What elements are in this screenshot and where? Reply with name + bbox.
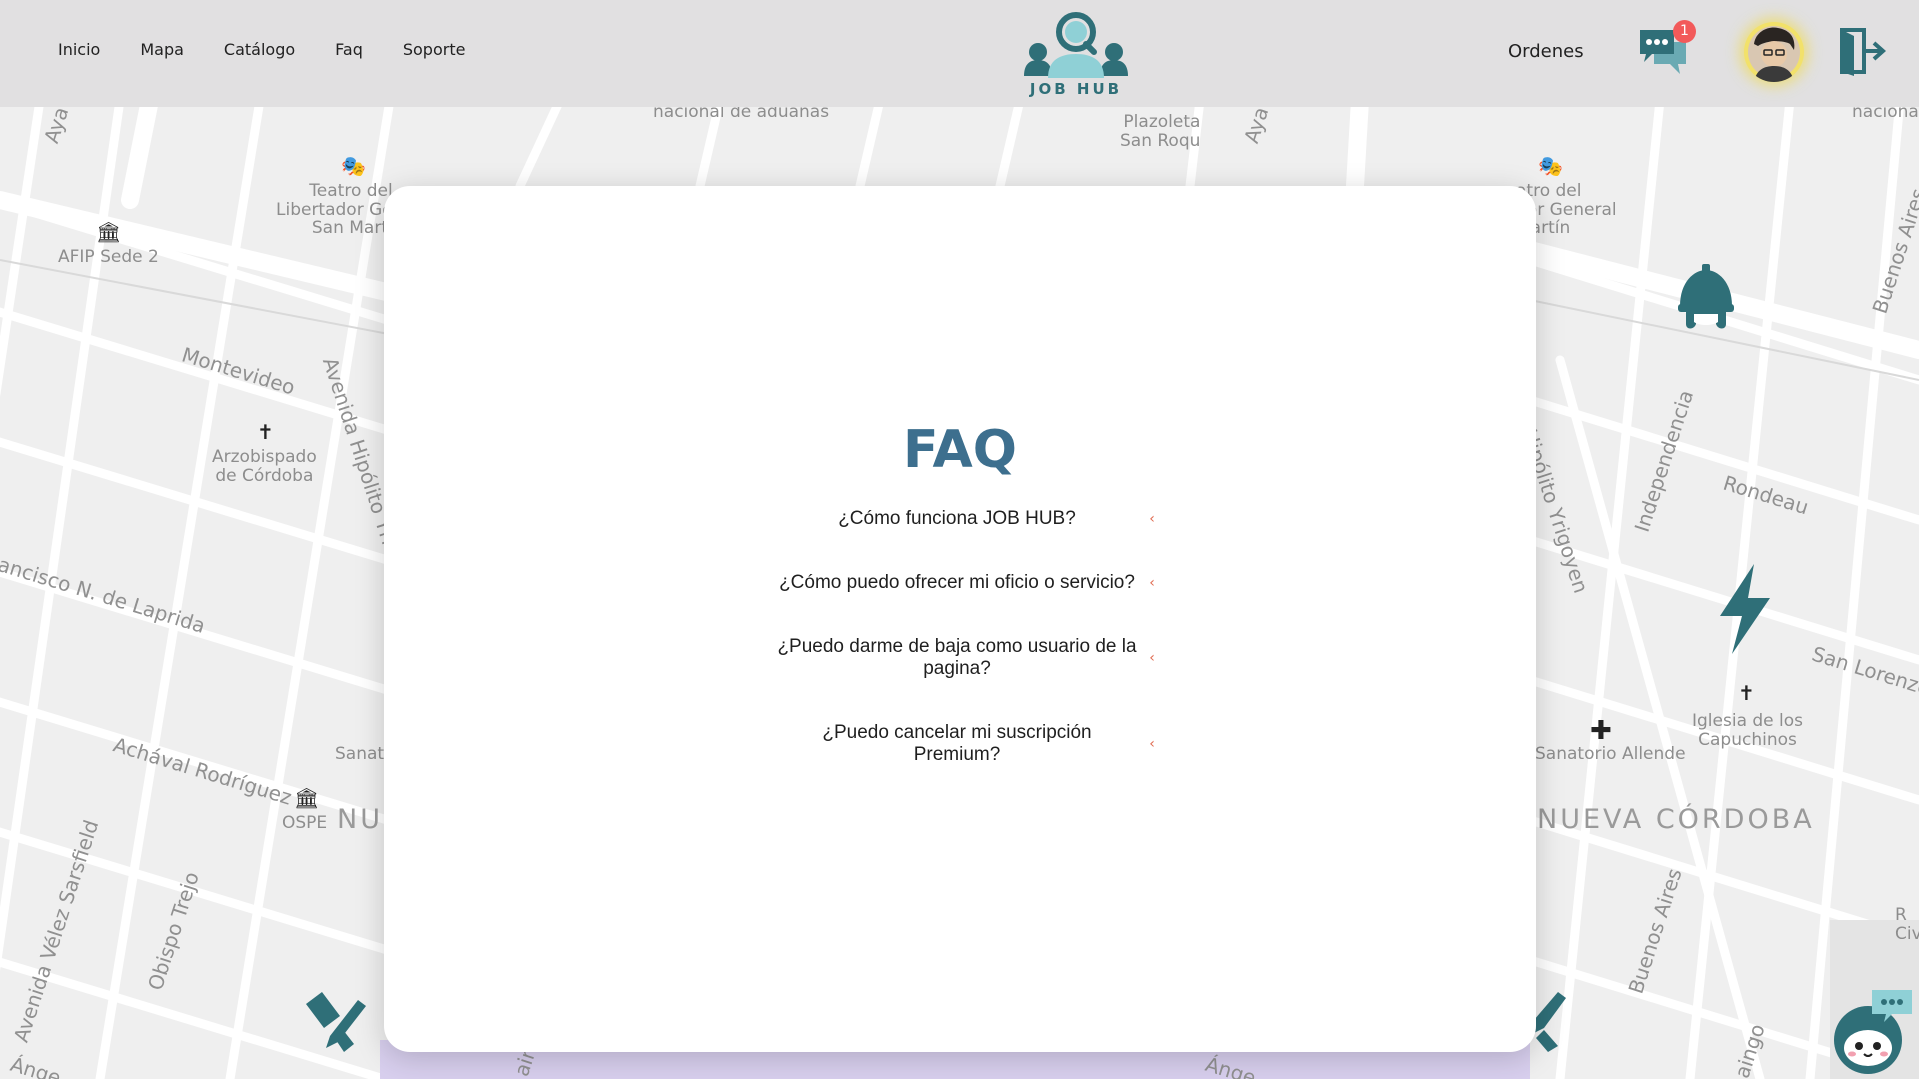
church-icon[interactable]: ✝ xyxy=(257,420,274,444)
lightning-icon[interactable] xyxy=(1714,562,1774,656)
map-label-r-civ: R Civ xyxy=(1895,905,1919,944)
chevron-left-icon[interactable]: ‹ xyxy=(1145,575,1159,591)
top-navbar: Inicio Mapa Catálogo Faq Soporte JOB HUB… xyxy=(0,0,1919,107)
faq-item[interactable]: ¿Cómo puedo ofrecer mi oficio o servicio… xyxy=(769,572,1159,594)
theater-icon[interactable]: 🎭 xyxy=(341,154,366,178)
faq-card: FAQ ¿Cómo funciona JOB HUB? ‹ ¿Cómo pued… xyxy=(384,186,1536,1052)
faq-question: ¿Cómo funciona JOB HUB? xyxy=(838,508,1076,529)
map-label-arzobispado: Arzobispado de Córdoba xyxy=(212,447,317,486)
chat-badge: 1 xyxy=(1673,20,1696,43)
faq-question: ¿Puedo darme de baja como usuario de la … xyxy=(777,636,1137,679)
theater-icon[interactable]: 🎭 xyxy=(1538,154,1563,178)
map-label-nu: NU xyxy=(337,804,383,835)
map-label-afip: AFIP Sede 2 xyxy=(58,247,159,267)
avatar-photo-icon xyxy=(1748,26,1800,82)
assistant-bot-icon[interactable] xyxy=(1828,986,1916,1076)
logo-text: JOB HUB xyxy=(1029,80,1123,98)
map-label-ospe: OSPE xyxy=(282,813,328,833)
user-avatar[interactable] xyxy=(1744,22,1804,82)
tools-icon[interactable] xyxy=(300,990,372,1054)
chevron-left-icon[interactable]: ‹ xyxy=(1145,736,1159,752)
map-label-sanat: Sanat xyxy=(335,744,385,764)
orders-link[interactable]: Ordenes xyxy=(1508,41,1584,62)
hospital-icon[interactable]: ✚ xyxy=(1590,716,1612,746)
faq-question: ¿Puedo cancelar mi suscripción Premium? xyxy=(822,722,1092,765)
faq-item[interactable]: ¿Cómo funciona JOB HUB? ‹ xyxy=(769,508,1159,530)
faq-item[interactable]: ¿Puedo darme de baja como usuario de la … xyxy=(769,636,1159,680)
faq-item[interactable]: ¿Puedo cancelar mi suscripción Premium? … xyxy=(769,722,1159,766)
worker-helmet-icon[interactable] xyxy=(1672,262,1740,334)
map-label-plazoleta: Plazoleta San Roqu xyxy=(1120,112,1201,151)
logout-icon[interactable] xyxy=(1838,26,1886,76)
map-label-teatro-left: Teatro del Libertador Ge San Marti xyxy=(276,181,393,239)
museum-icon[interactable]: 🏛 xyxy=(96,220,121,244)
faq-title: FAQ xyxy=(902,420,1017,480)
nav-mapa[interactable]: Mapa xyxy=(140,40,184,59)
nav-inicio[interactable]: Inicio xyxy=(58,40,100,59)
main-nav: Inicio Mapa Catálogo Faq Soporte xyxy=(58,40,465,59)
chevron-left-icon[interactable]: ‹ xyxy=(1145,511,1159,527)
map-label-sanatorio: Sanatorio Allende xyxy=(1535,744,1686,764)
nav-faq[interactable]: Faq xyxy=(335,40,363,59)
chevron-left-icon[interactable]: ‹ xyxy=(1145,650,1159,666)
nav-catalogo[interactable]: Catálogo xyxy=(224,40,295,59)
museum-icon[interactable]: 🏛 xyxy=(294,786,319,810)
map-label-iglesia: Iglesia de los Capuchinos xyxy=(1692,711,1804,750)
map-label-nueva-cordoba: NUEVA CÓRDOBA xyxy=(1537,804,1815,835)
nav-soporte[interactable]: Soporte xyxy=(403,40,466,59)
faq-question: ¿Cómo puedo ofrecer mi oficio o servicio… xyxy=(779,572,1135,593)
church-icon[interactable]: ✝ xyxy=(1738,681,1755,705)
